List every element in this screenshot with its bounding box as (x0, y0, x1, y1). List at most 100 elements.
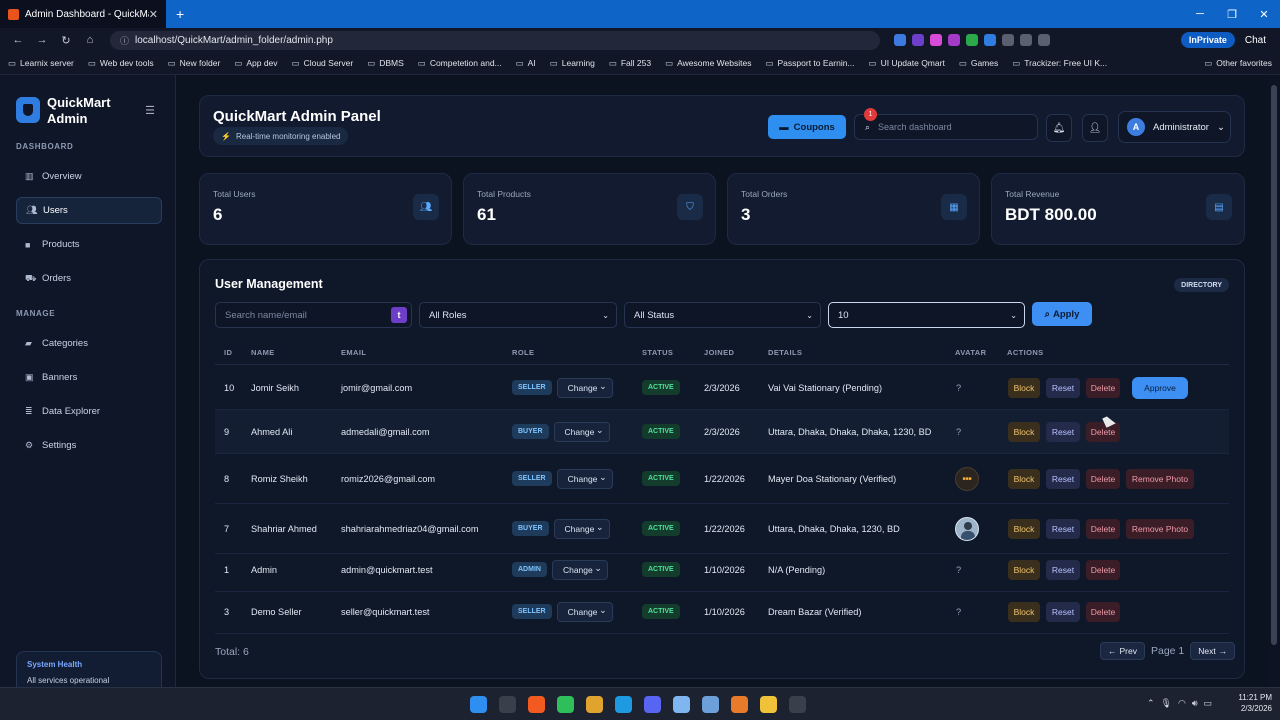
extension-icon[interactable] (966, 34, 978, 46)
close-tab-icon[interactable]: ✕ (149, 8, 158, 21)
delete-button[interactable]: Delete (1086, 601, 1120, 622)
remove-photo-button[interactable]: Remove Photo (1126, 518, 1194, 539)
whatsapp-icon[interactable] (557, 696, 574, 713)
notifications-button[interactable]: 🔔︎ (1046, 114, 1072, 142)
mic-icon[interactable]: 🎙︎ (1161, 698, 1178, 708)
apply-button[interactable]: ⌕ Apply (1032, 302, 1092, 326)
coupons-button[interactable]: ▬ Coupons (768, 115, 846, 139)
delete-button[interactable]: Delete (1086, 468, 1120, 489)
sidebar-item-data-explorer[interactable]: ≣ Data Explorer (16, 398, 162, 425)
block-button[interactable]: Block (1008, 421, 1040, 442)
sidebar-item-users[interactable]: 👥︎ Users (16, 197, 162, 224)
back-icon[interactable]: ← (6, 34, 30, 46)
bookmark-item[interactable]: Games (959, 58, 998, 69)
bookmark-item[interactable]: New folder (168, 58, 221, 69)
download-icon[interactable] (1038, 34, 1050, 46)
bookmark-item[interactable]: Awesome Websites (665, 58, 751, 69)
bookmark-item[interactable]: Web dev tools (88, 58, 154, 69)
change-role-select[interactable]: Change (553, 421, 610, 442)
bookmark-item[interactable]: App dev (234, 58, 277, 69)
forward-icon[interactable]: → (30, 34, 54, 46)
user-search-input[interactable]: Search name/email t (215, 302, 412, 328)
extension-icon[interactable] (1002, 34, 1014, 46)
maximize-icon[interactable]: ❐ (1216, 0, 1248, 28)
windows-start-icon[interactable] (470, 696, 487, 713)
reset-button[interactable]: Reset (1046, 468, 1080, 489)
block-button[interactable]: Block (1008, 518, 1040, 539)
extension-icon[interactable] (894, 34, 906, 46)
discord-icon[interactable] (644, 696, 661, 713)
change-role-select[interactable]: Change (556, 601, 613, 622)
status-filter-select[interactable]: All Status ⌄ (624, 302, 821, 328)
brave-browser-icon[interactable] (528, 696, 545, 713)
role-filter-select[interactable]: All Roles ⌄ (419, 302, 617, 328)
chat-button[interactable]: Chat (1245, 35, 1266, 46)
browser-tab[interactable]: Admin Dashboard - QuickMart ✕ (0, 0, 166, 28)
chevron-up-icon[interactable]: ⌃ (1147, 698, 1161, 708)
bookmark-item[interactable]: Fall 253 (609, 58, 651, 69)
sidebar-item-overview[interactable]: ▥ Overview (16, 163, 162, 190)
volume-icon[interactable]: 🔊︎ (1192, 698, 1204, 708)
extension-icon[interactable] (948, 34, 960, 46)
reset-button[interactable]: Reset (1046, 559, 1080, 580)
bookmark-item[interactable]: UI Update Qmart (869, 58, 945, 69)
delete-button[interactable]: Delete (1086, 421, 1120, 442)
refresh-icon[interactable]: ↻ (54, 34, 78, 47)
reset-button[interactable]: Reset (1046, 377, 1080, 398)
battery-icon[interactable]: ▭ (1203, 698, 1218, 708)
github-icon[interactable] (789, 696, 806, 713)
extension-icon[interactable] (912, 34, 924, 46)
sidebar-item-products[interactable]: ■ Products (16, 231, 162, 258)
reset-button[interactable]: Reset (1046, 518, 1080, 539)
chrome-icon[interactable] (586, 696, 603, 713)
approve-button[interactable]: Approve (1132, 376, 1188, 399)
wifi-icon[interactable]: ◠ (1178, 698, 1192, 708)
menu-toggle-icon[interactable]: ☰ (140, 102, 160, 120)
block-button[interactable]: Block (1008, 377, 1040, 398)
minimize-icon[interactable]: ─ (1184, 0, 1216, 28)
delete-button[interactable]: Delete (1086, 377, 1120, 398)
admin-menu[interactable]: A Administrator ⌄ (1118, 111, 1231, 143)
bookmark-item[interactable]: Passport to Earnin... (765, 58, 855, 69)
change-role-select[interactable]: Change (556, 377, 613, 398)
dashboard-search-input[interactable]: ⌕ Search dashboard (854, 114, 1038, 140)
bookmark-item[interactable]: Competetion and... (418, 58, 502, 69)
remove-photo-button[interactable]: Remove Photo (1126, 468, 1194, 489)
file-explorer-icon[interactable] (760, 696, 777, 713)
reset-button[interactable]: Reset (1046, 601, 1080, 622)
delete-button[interactable]: Delete (1086, 518, 1120, 539)
vscode-icon[interactable] (673, 696, 690, 713)
sidebar-item-orders[interactable]: ⛟ Orders (16, 265, 162, 292)
sidebar-item-banners[interactable]: ▣ Banners (16, 364, 162, 391)
change-role-select[interactable]: Change (551, 559, 608, 580)
next-button[interactable]: Next → (1190, 642, 1236, 660)
change-role-select[interactable]: Change (553, 518, 610, 539)
profile-settings-button[interactable]: 👤︎ (1082, 114, 1108, 142)
page-scrollbar[interactable] (1268, 75, 1280, 687)
clock[interactable]: 11:21 PM 2/3/2026 (1238, 692, 1272, 714)
extension-icon[interactable] (984, 34, 996, 46)
other-favorites[interactable]: Other favorites (1204, 58, 1272, 69)
close-window-icon[interactable]: ✕ (1248, 0, 1280, 28)
extension-t-icon[interactable]: t (391, 307, 407, 323)
address-bar[interactable]: ⓘ localhost/QuickMart/admin_folder/admin… (110, 30, 880, 50)
per-page-select[interactable]: 10 ⌄ (828, 302, 1025, 328)
bookmark-item[interactable]: Learning (550, 58, 595, 69)
bookmark-item[interactable]: DBMS (367, 58, 404, 69)
new-tab-icon[interactable]: + (176, 6, 184, 22)
prev-button[interactable]: ← Prev (1100, 642, 1145, 660)
block-button[interactable]: Block (1008, 468, 1040, 489)
favorites-icon[interactable] (1020, 34, 1032, 46)
block-button[interactable]: Block (1008, 559, 1040, 580)
sidebar-item-settings[interactable]: ⚙ Settings (16, 432, 162, 459)
xampp-icon[interactable] (731, 696, 748, 713)
block-button[interactable]: Block (1008, 601, 1040, 622)
change-role-select[interactable]: Change (556, 468, 613, 489)
edge-icon[interactable] (615, 696, 632, 713)
task-view-icon[interactable] (499, 696, 516, 713)
bookmark-item[interactable]: Cloud Server (292, 58, 354, 69)
bookmark-item[interactable]: AI (516, 58, 536, 69)
bookmark-item[interactable]: Learnix server (8, 58, 74, 69)
home-icon[interactable]: ⌂ (78, 34, 102, 46)
mail-icon[interactable] (702, 696, 719, 713)
